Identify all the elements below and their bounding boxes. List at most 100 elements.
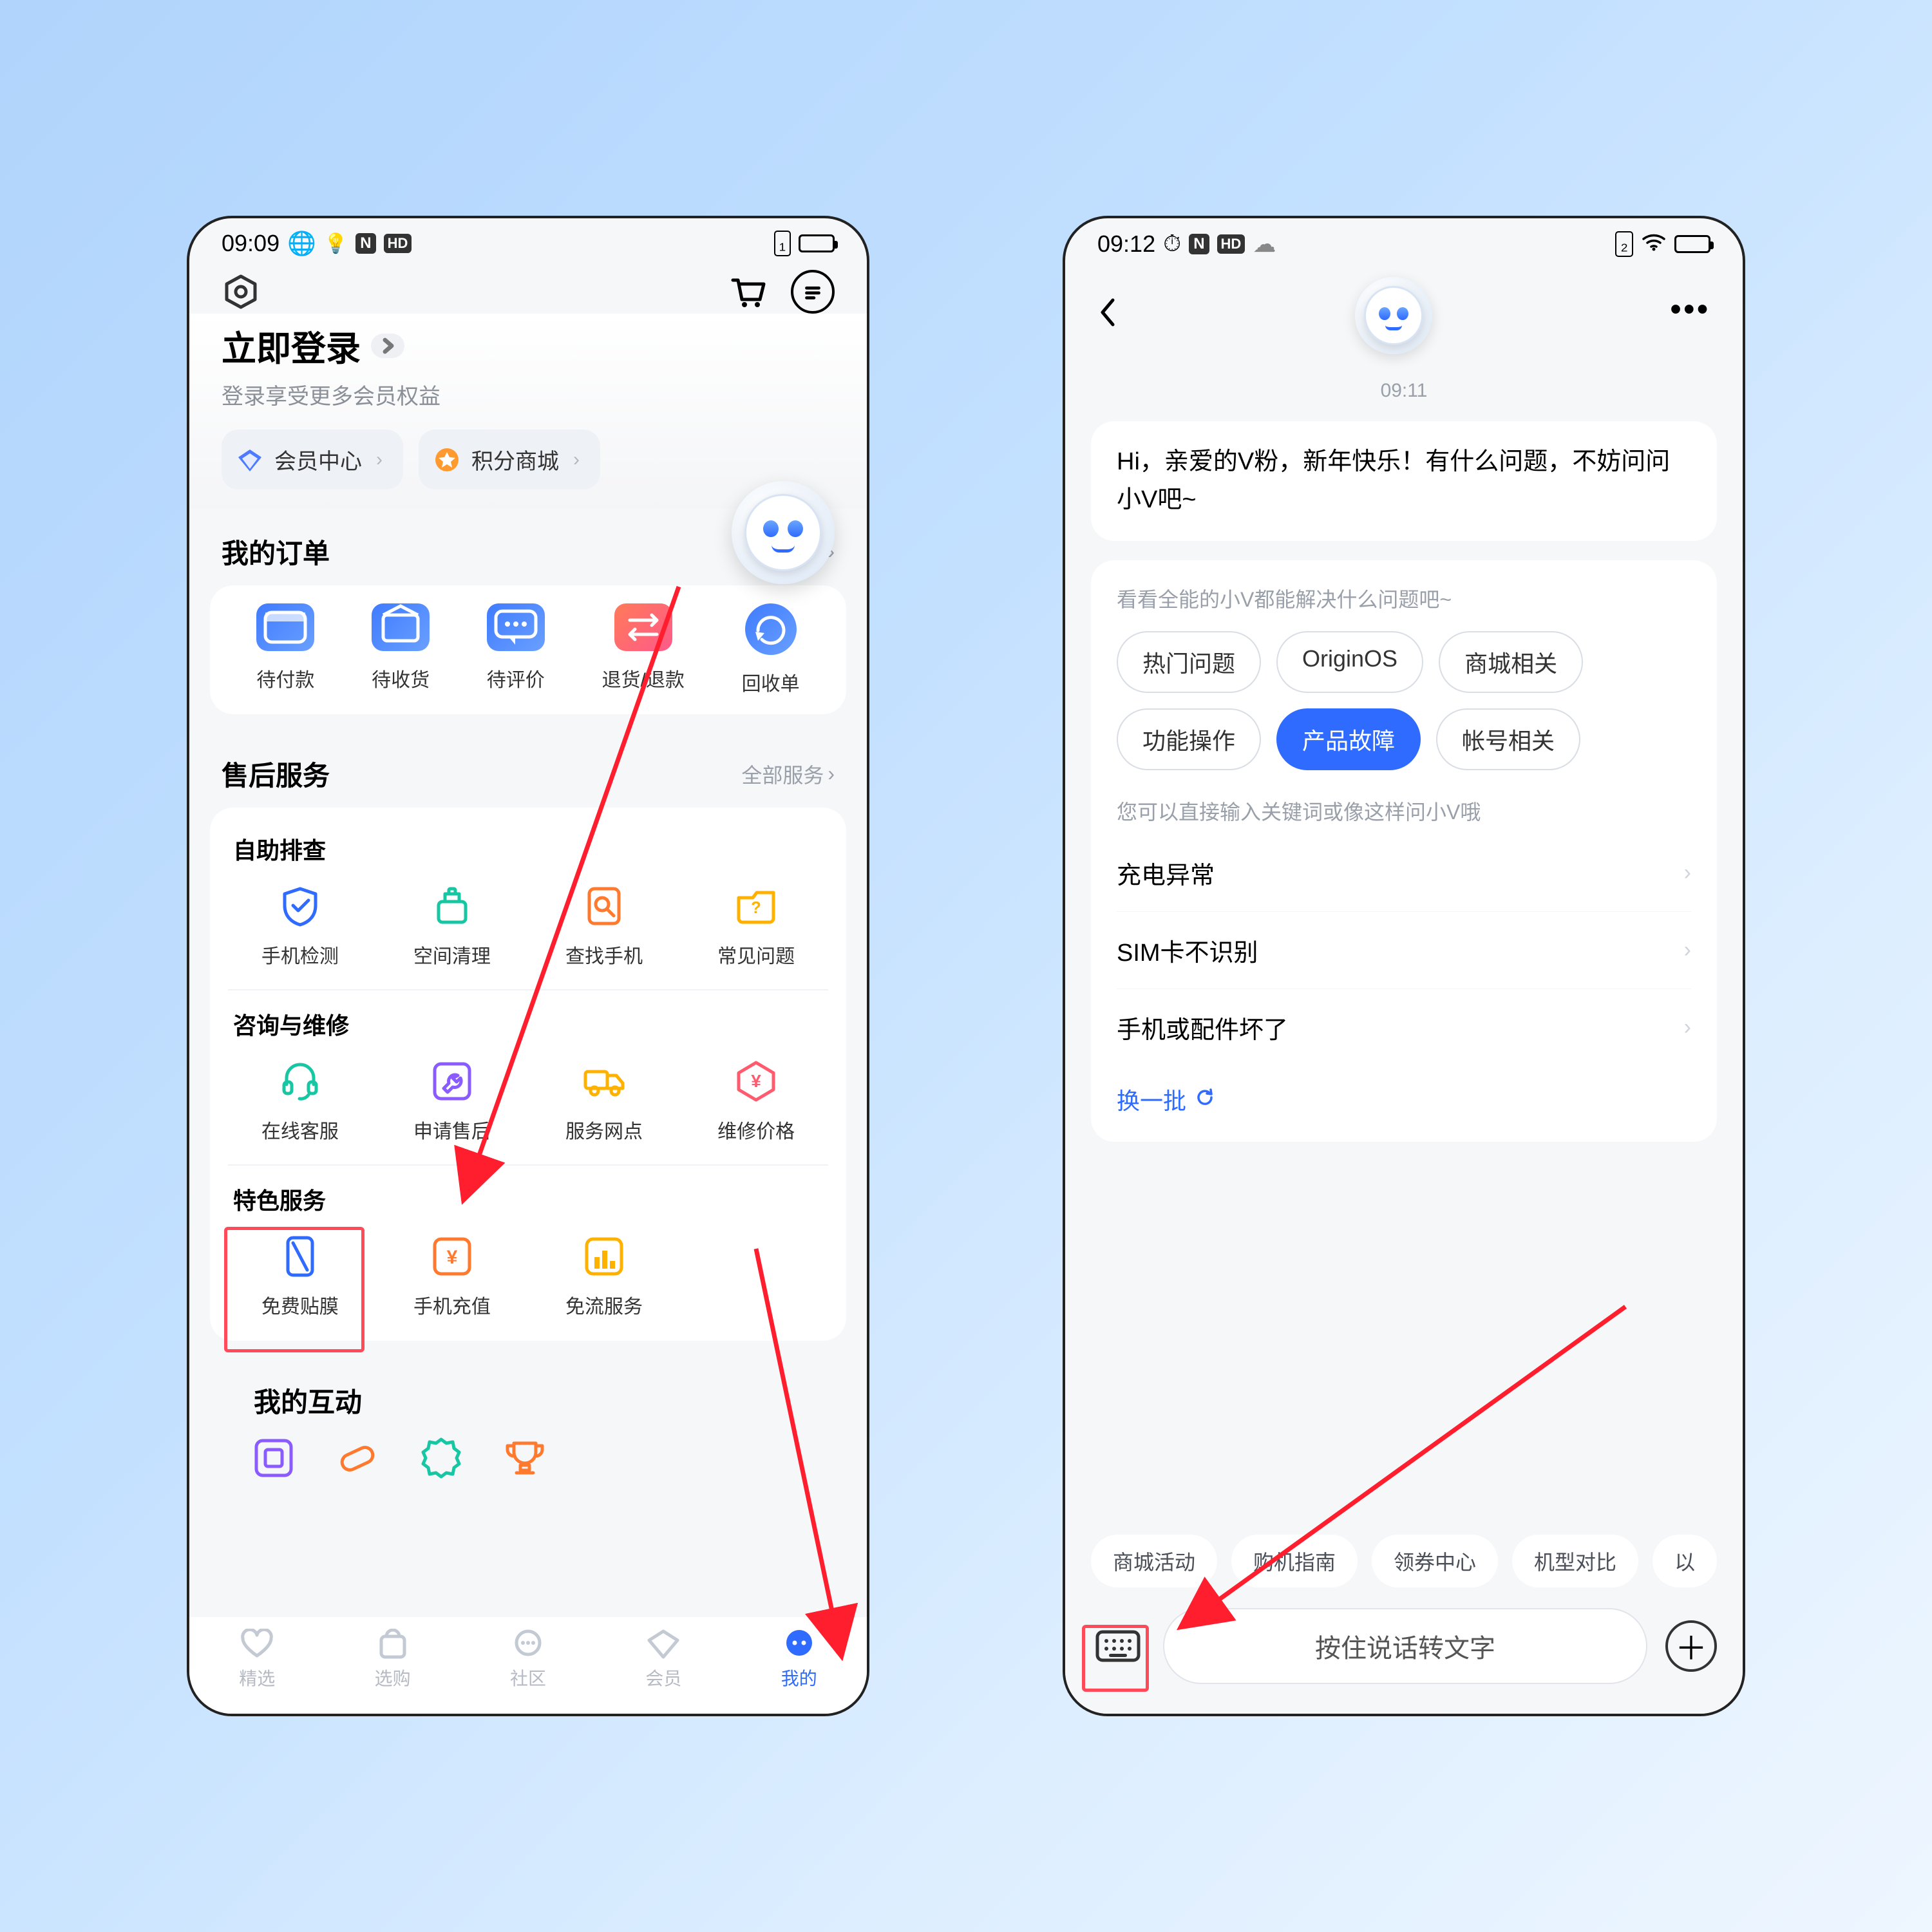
trophy-icon[interactable] <box>502 1435 547 1481</box>
messages-icon[interactable] <box>791 270 835 314</box>
self-check-heading: 自助排查 <box>233 832 828 866</box>
sim-icon: ₁ <box>774 231 791 256</box>
svg-text:?: ? <box>751 898 761 917</box>
chip-mall[interactable]: 商城相关 <box>1439 631 1583 693</box>
header: 立即登录 登录享受更多会员权益 会员中心 › 积分商城 › <box>189 314 867 509</box>
qchip-coupon[interactable]: 领券中心 <box>1372 1535 1498 1587</box>
order-recycle[interactable]: 回收单 <box>742 603 800 696</box>
cart-icon[interactable] <box>726 271 768 312</box>
tab-featured[interactable]: 精选 <box>239 1629 275 1690</box>
consult-heading: 咨询与维修 <box>233 1007 828 1041</box>
repair-price[interactable]: ¥ 维修价格 <box>684 1055 828 1148</box>
heart-icon <box>239 1629 275 1660</box>
back-button[interactable] <box>1097 295 1117 337</box>
orders-title: 我的订单 <box>222 532 330 571</box>
all-services-link[interactable]: 全部服务 › <box>741 759 835 789</box>
more-input-button[interactable]: ＋ <box>1665 1620 1717 1672</box>
clock: 09:12 <box>1097 231 1155 258</box>
chevron-right-icon: › <box>573 449 580 471</box>
question-sim[interactable]: SIM卡不识别› <box>1117 912 1691 989</box>
tab-member[interactable]: 会员 <box>645 1629 681 1690</box>
refresh-link[interactable]: 换一批 <box>1117 1083 1691 1116</box>
badge-outline-icon[interactable] <box>419 1435 464 1481</box>
chevron-right-icon: › <box>1684 1015 1691 1040</box>
profile-dot-icon <box>781 1629 817 1660</box>
phone-check[interactable]: 手机检测 <box>228 880 372 972</box>
tab-shop[interactable]: 选购 <box>375 1629 411 1690</box>
tab-community[interactable]: 社区 <box>510 1629 546 1690</box>
search-file-icon <box>582 884 627 929</box>
topic-card: 看看全能的小V都能解决什么问题吧~ 热门问题 OriginOS 商城相关 功能操… <box>1091 560 1717 1142</box>
card-square-icon[interactable] <box>251 1435 296 1481</box>
member-center-pill[interactable]: 会员中心 › <box>222 430 403 489</box>
net-icon: 🌐 <box>287 230 316 257</box>
chip-originos[interactable]: OriginOS <box>1276 631 1423 693</box>
badge-hd-icon: HD <box>1217 234 1245 254</box>
swap-icon <box>614 603 672 651</box>
qchip-more[interactable]: 以 <box>1653 1535 1717 1587</box>
chip-function[interactable]: 功能操作 <box>1117 708 1261 770</box>
login-link[interactable]: 立即登录 <box>222 320 835 371</box>
wrench-square-icon <box>430 1059 475 1104</box>
card-hint: 看看全能的小V都能解决什么问题吧~ <box>1117 583 1691 613</box>
broom-icon <box>430 884 475 929</box>
sim-icon: ₂ <box>1615 231 1633 257</box>
timer-icon: ⏱ <box>1163 230 1181 258</box>
request-aftersale[interactable]: 申请售后 <box>380 1055 524 1148</box>
qchip-compare[interactable]: 机型对比 <box>1512 1535 1638 1587</box>
chat-icon <box>510 1629 546 1660</box>
status-bar: 09:12 ⏱ N HD ☁ ₂ <box>1065 218 1743 264</box>
svg-text:¥: ¥ <box>751 1071 761 1091</box>
points-mall-pill[interactable]: 积分商城 › <box>419 430 600 489</box>
order-pending-review[interactable]: 待评价 <box>487 603 545 696</box>
chat-screen: 09:12 ⏱ N HD ☁ ₂ ••• 09:11 Hi，亲爱的V粉，新年快乐… <box>1063 216 1745 1716</box>
pill-icon[interactable] <box>335 1435 380 1481</box>
question-broken[interactable]: 手机或配件坏了› <box>1117 989 1691 1066</box>
hint2: 您可以直接输入关键词或像这样问小V哦 <box>1117 796 1691 826</box>
wifi-icon <box>1641 231 1667 258</box>
refresh-icon <box>1195 1086 1215 1113</box>
nav-bar: ••• <box>1065 264 1743 367</box>
chip-fault[interactable]: 产品故障 <box>1276 708 1421 770</box>
quick-chip-row[interactable]: 商城活动 购机指南 领券中心 机型对比 以 <box>1065 1535 1743 1600</box>
online-service[interactable]: 在线客服 <box>228 1055 372 1148</box>
tab-profile[interactable]: 我的 <box>781 1629 817 1690</box>
order-pending-receive[interactable]: 待收货 <box>372 603 430 696</box>
settings-hex-icon[interactable] <box>222 272 260 311</box>
order-pending-pay[interactable]: 待付款 <box>256 603 314 696</box>
login-subtitle: 登录享受更多会员权益 <box>222 379 835 410</box>
chip-hot[interactable]: 热门问题 <box>1117 631 1261 693</box>
free-data[interactable]: 免流服务 <box>532 1230 676 1323</box>
storage-clean[interactable]: 空间清理 <box>380 880 524 972</box>
bulb-icon: 💡 <box>324 232 348 255</box>
order-refund[interactable]: 退货/退款 <box>602 603 685 696</box>
more-icon[interactable]: ••• <box>1671 292 1710 327</box>
bot-avatar[interactable] <box>732 481 835 584</box>
bot-avatar[interactable] <box>1355 277 1432 354</box>
badge-n-icon: N <box>355 233 375 254</box>
truck-icon <box>582 1059 627 1104</box>
chevron-right-icon: › <box>1684 938 1691 963</box>
qchip-mall-activity[interactable]: 商城活动 <box>1091 1535 1217 1587</box>
faq[interactable]: ? 常见问题 <box>684 880 828 972</box>
hold-to-speak[interactable]: 按住说话转文字 <box>1163 1608 1647 1684</box>
chevron-right-icon: › <box>376 449 383 471</box>
aftersale-section: 售后服务 全部服务 › 自助排查 手机检测 空间清理 <box>210 748 846 1341</box>
keyboard-toggle[interactable] <box>1091 1619 1145 1673</box>
battery-icon <box>799 234 835 252</box>
chip-account[interactable]: 帐号相关 <box>1436 708 1580 770</box>
profile-screen: 09:09 🌐 💡 N HD ₁ 立即登录 <box>187 216 869 1716</box>
phone-recharge[interactable]: ¥ 手机充值 <box>380 1230 524 1323</box>
chip-row: 热门问题 OriginOS 商城相关 功能操作 产品故障 帐号相关 <box>1117 631 1691 770</box>
special-heading: 特色服务 <box>233 1182 828 1216</box>
question-charge[interactable]: 充电异常› <box>1117 835 1691 912</box>
chevron-right-icon: › <box>828 762 835 786</box>
status-bar: 09:09 🌐 💡 N HD ₁ <box>189 218 867 263</box>
find-phone[interactable]: 查找手机 <box>532 880 676 972</box>
star-badge-icon <box>433 446 461 474</box>
yen-hex-icon: ¥ <box>734 1059 779 1104</box>
qchip-buy-guide[interactable]: 购机指南 <box>1231 1535 1358 1587</box>
service-network[interactable]: 服务网点 <box>532 1055 676 1148</box>
bag-icon <box>375 1629 411 1660</box>
free-film[interactable]: 免费贴膜 <box>228 1230 372 1323</box>
